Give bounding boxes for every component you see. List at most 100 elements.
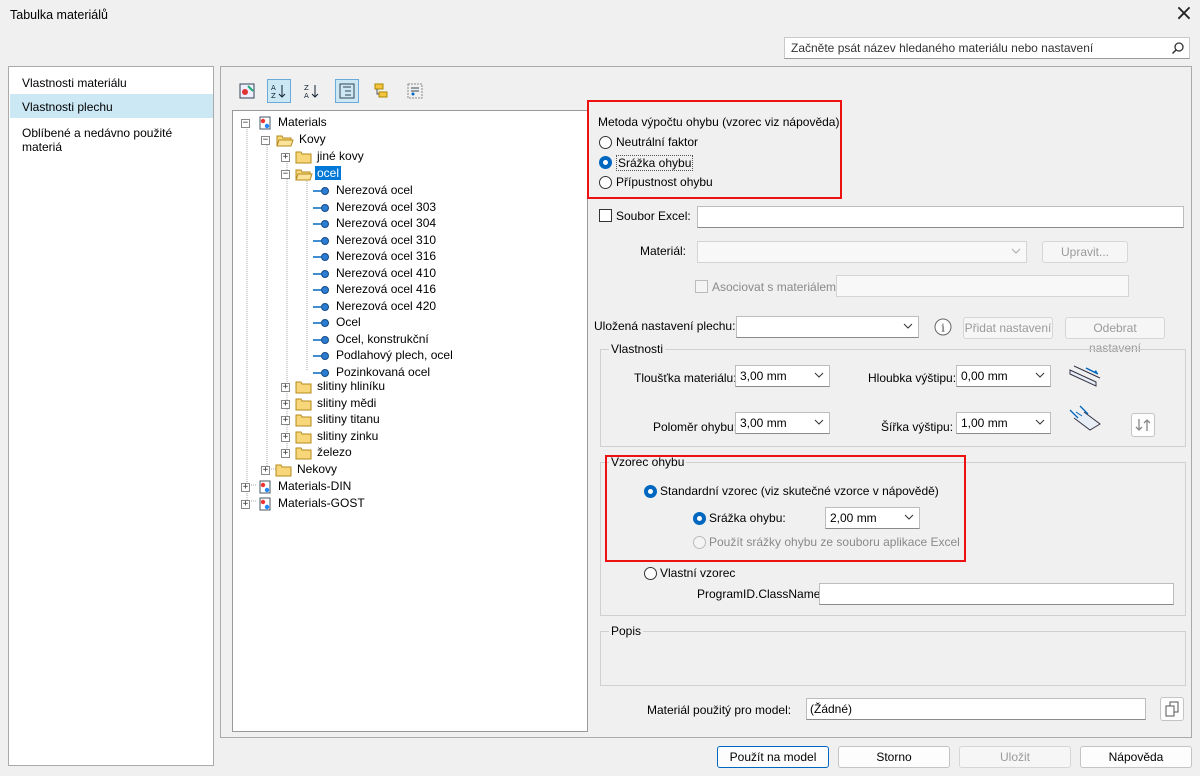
expand-icon[interactable]: + <box>241 500 250 509</box>
expand-icon[interactable]: + <box>261 466 270 475</box>
expand-icon[interactable]: + <box>281 399 290 409</box>
folder-icon <box>295 447 312 460</box>
bend-method-title: Metoda výpočtu ohybu (vzorec viz nápověd… <box>598 115 840 129</box>
tree-label: Pozinkovaná ocel <box>336 364 431 379</box>
folder-icon <box>295 414 312 427</box>
material-leaf-icon <box>313 203 329 212</box>
search-icon[interactable] <box>1171 41 1185 55</box>
tree-label: Materials-DIN <box>278 479 352 493</box>
radio-standard-formula[interactable] <box>644 485 657 498</box>
remove-setting-button[interactable]: Odebrat nastavení <box>1065 317 1165 355</box>
folder-icon <box>295 431 312 443</box>
tree-label: Materials <box>278 115 327 129</box>
excel-file-checkbox[interactable] <box>599 209 612 222</box>
search-placeholder: Začněte psát název hledaného materiálu n… <box>791 41 1094 55</box>
expand-icon[interactable]: + <box>281 416 290 425</box>
nav-label: Oblíbené a nedávno použité materiá <box>22 126 173 154</box>
expand-icon[interactable]: + <box>281 432 290 442</box>
chevron-down-icon <box>1035 419 1045 425</box>
relief-width-combo[interactable]: 1,00 mm <box>956 412 1051 434</box>
material-library-icon <box>259 480 271 494</box>
expand-icon[interactable]: + <box>281 449 290 458</box>
deduction-label: Srážka ohybu: <box>709 511 786 525</box>
save-button[interactable]: Uložit <box>959 746 1071 768</box>
associate-input[interactable] <box>836 275 1129 297</box>
list-filter-icon <box>407 83 423 99</box>
radio-neutral-factor[interactable] <box>599 136 612 149</box>
excel-deduction-label: Použít srážky ohybu ze souboru aplikace … <box>709 535 960 549</box>
bend-radius-label: Poloměr ohybu: <box>653 420 738 434</box>
search-input[interactable]: Začněte psát název hledaného materiálu n… <box>784 37 1190 59</box>
nav-item-favorites[interactable]: Oblíbené a nedávno použité materiá <box>10 120 213 154</box>
saved-settings-label: Uložená nastavení plechu: <box>594 319 736 333</box>
excel-file-input[interactable] <box>697 206 1184 228</box>
radio-deduction[interactable] <box>693 512 706 525</box>
help-button[interactable]: Nápověda <box>1080 746 1192 768</box>
radio-custom-formula[interactable] <box>644 567 657 580</box>
nav-item-material-properties[interactable]: Vlastnosti materiálu <box>10 70 213 94</box>
copy-material-button[interactable] <box>1160 697 1184 721</box>
tree-label: Nerezová ocel <box>336 183 413 197</box>
sort-za-button[interactable]: ZA <box>300 79 324 103</box>
folder-open-icon <box>276 135 294 147</box>
bend-radius-combo[interactable]: 3,00 mm <box>735 412 830 434</box>
tree-label: Nerezová ocel 416 <box>336 282 437 296</box>
svg-text:Z: Z <box>304 84 309 92</box>
collapse-icon[interactable]: − <box>241 119 250 128</box>
associate-checkbox[interactable] <box>695 280 708 293</box>
material-leaf-icon <box>313 368 329 377</box>
material-editor-icon <box>239 83 255 99</box>
material-combo[interactable] <box>697 241 1027 263</box>
expand-icon[interactable]: + <box>281 383 290 392</box>
expand-icon[interactable]: + <box>241 483 250 492</box>
collapse-icon[interactable]: − <box>281 170 290 179</box>
tree-label: Nekovy <box>297 462 338 476</box>
expand-icon[interactable]: + <box>281 153 290 162</box>
thickness-value: 3,00 mm <box>740 369 787 383</box>
material-leaf-icon <box>313 286 329 294</box>
thickness-combo[interactable]: 3,00 mm <box>735 365 830 387</box>
swap-icon <box>1135 419 1151 431</box>
tree-label: slitiny mědi <box>317 395 377 410</box>
edit-button[interactable]: Upravit... <box>1042 241 1128 263</box>
material-editor-button[interactable] <box>235 79 259 103</box>
nav-label: Vlastnosti plechu <box>22 100 113 114</box>
model-material-value: (Žádné) <box>810 702 853 716</box>
relief-depth-combo[interactable]: 0,00 mm <box>956 365 1051 387</box>
close-icon[interactable]: × <box>1172 2 1196 28</box>
filter-button[interactable] <box>403 79 427 103</box>
material-leaf-icon <box>313 236 329 245</box>
material-tree[interactable]: − Materials − Kovy + jiné kovy − ocel Ne… <box>232 110 588 732</box>
radio-excel-deduction[interactable] <box>693 536 706 549</box>
deduction-value: 2,00 mm <box>830 511 877 525</box>
collapse-icon[interactable]: − <box>261 136 270 145</box>
tree-label: Nerezová ocel 316 <box>336 249 437 263</box>
relief-depth-diagram-icon <box>1069 365 1101 387</box>
chevron-down-icon <box>904 514 914 520</box>
info-icon[interactable]: i <box>933 317 953 337</box>
tree-view-button[interactable] <box>335 79 359 103</box>
tree-label: Nerezová ocel 304 <box>336 216 437 230</box>
sort-az-button[interactable]: AZ <box>267 79 291 103</box>
cancel-button[interactable]: Storno <box>838 746 950 768</box>
apply-to-model-button[interactable]: Použít na model <box>717 746 829 768</box>
relief-depth-value: 0,00 mm <box>961 369 1008 383</box>
progid-input[interactable] <box>819 583 1174 605</box>
swap-button[interactable] <box>1131 413 1155 437</box>
model-material-field[interactable]: (Žádné) <box>806 698 1146 720</box>
tree-label: Materials-GOST <box>278 496 365 510</box>
deduction-combo[interactable]: 2,00 mm <box>825 507 920 529</box>
radio-bend-deduction[interactable] <box>599 156 612 169</box>
tree-label: slitiny titanu <box>317 412 380 426</box>
progid-label: ProgramID.ClassName: <box>697 587 824 601</box>
chevron-down-icon <box>1035 372 1045 378</box>
tree-label: Nerezová ocel 310 <box>336 232 437 247</box>
tree-label: Nerezová ocel 303 <box>336 199 437 214</box>
saved-settings-combo[interactable] <box>736 316 919 338</box>
expand-tree-button[interactable] <box>369 79 393 103</box>
radio-bend-allowance[interactable] <box>599 176 612 189</box>
window-title: Tabulka materiálů <box>10 8 108 22</box>
add-setting-button[interactable]: Přidat nastavení <box>963 317 1053 339</box>
nav-item-sheet-properties[interactable]: Vlastnosti plechu <box>10 94 213 118</box>
description-group: Popis <box>600 624 1186 686</box>
